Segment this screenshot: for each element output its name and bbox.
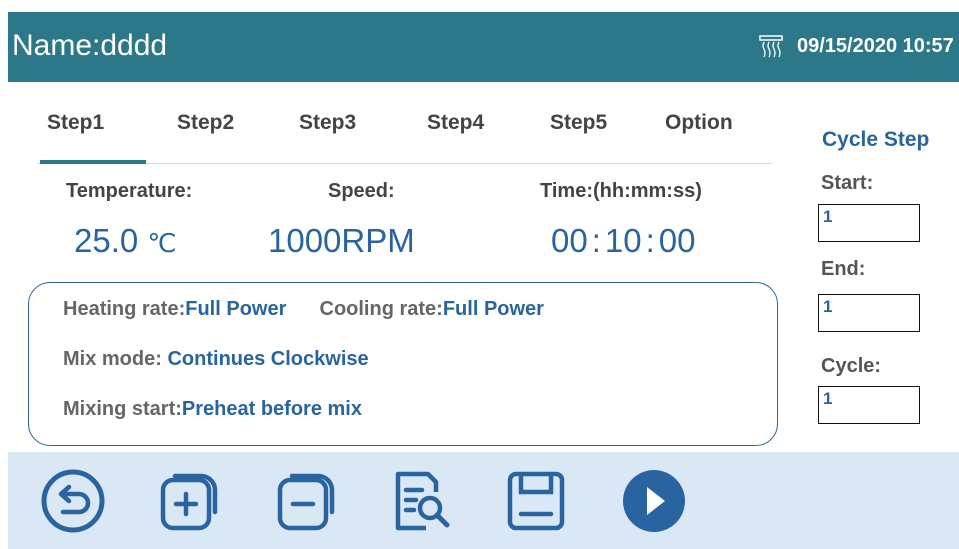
mixing-start-value: Preheat before mix (181, 398, 362, 420)
cycle-end-input[interactable]: 1 (818, 294, 920, 332)
time-label: Time:(hh:mm:ss) (540, 180, 702, 202)
back-icon (41, 469, 105, 533)
time-minutes: 10 (604, 222, 642, 259)
start-run-button[interactable] (619, 468, 689, 534)
cycle-end-label: End: (821, 258, 866, 280)
cycle-step-title: Cycle Step (822, 128, 930, 151)
add-step-button[interactable] (155, 468, 225, 534)
step-tabs: Step1 Step2 Step3 Step4 Step5 Option (37, 111, 772, 163)
tab-step3[interactable]: Step3 (299, 111, 356, 135)
play-icon (623, 470, 685, 532)
time-separator: : (591, 222, 601, 259)
speed-unit: RPM (341, 222, 415, 259)
remove-step-icon (277, 473, 335, 531)
active-tab-indicator (40, 160, 146, 164)
save-button[interactable] (501, 468, 571, 534)
time-value[interactable]: 00:10:00 (551, 222, 696, 260)
temperature-label: Temperature: (66, 180, 193, 202)
speed-label: Speed: (328, 180, 395, 202)
title-bar: Name:dddd 09/15/2020 10:57 (8, 12, 959, 82)
tab-divider (37, 163, 772, 164)
temperature-value[interactable]: 25.0 ℃ (74, 222, 177, 260)
remove-step-button[interactable] (272, 468, 342, 534)
cycle-start-label: Start: (821, 172, 874, 194)
heating-rate-value: Full Power (185, 298, 287, 320)
add-step-icon (160, 473, 218, 531)
cooling-rate-label: Cooling rate: (319, 298, 443, 320)
mixing-start-row[interactable]: Mixing start:Preheat before mix (63, 398, 362, 421)
tab-step1[interactable]: Step1 (47, 111, 104, 135)
preview-button[interactable] (386, 468, 456, 534)
program-name: Name:dddd (12, 29, 168, 62)
time-separator: : (645, 222, 655, 259)
preview-icon (395, 471, 450, 531)
cycle-count-input[interactable]: 1 (818, 386, 920, 424)
tab-step5[interactable]: Step5 (550, 111, 607, 135)
datetime: 09/15/2020 10:57 (797, 35, 954, 57)
heating-rate-label: Heating rate: (63, 298, 186, 320)
cycle-start-input[interactable]: 1 (818, 204, 920, 242)
mix-mode-label: Mix mode: (63, 348, 162, 370)
speed-value[interactable]: 1000RPM (268, 222, 415, 260)
mixing-start-label: Mixing start: (63, 398, 182, 420)
cooling-rate-value: Full Power (442, 298, 544, 320)
temperature-unit: ℃ (147, 228, 177, 258)
temperature-number: 25.0 (74, 222, 139, 259)
time-hours: 00 (551, 222, 588, 259)
heating-cooling-row[interactable]: Heating rate:Full Power Cooling rate:Ful… (63, 298, 544, 321)
speed-number: 1000 (268, 222, 342, 259)
cycle-count-label: Cycle: (821, 355, 882, 377)
tab-step4[interactable]: Step4 (427, 111, 484, 135)
back-button[interactable] (38, 468, 108, 534)
tab-option[interactable]: Option (665, 111, 733, 135)
mix-mode-value: Continues Clockwise (167, 348, 369, 370)
step-options-panel: Heating rate:Full Power Cooling rate:Ful… (28, 282, 778, 446)
time-seconds: 00 (658, 222, 696, 259)
bottom-toolbar (8, 452, 959, 549)
tab-step2[interactable]: Step2 (177, 111, 234, 135)
mix-mode-row[interactable]: Mix mode: Continues Clockwise (63, 348, 369, 371)
heater-icon (758, 34, 784, 60)
save-icon (507, 471, 565, 531)
